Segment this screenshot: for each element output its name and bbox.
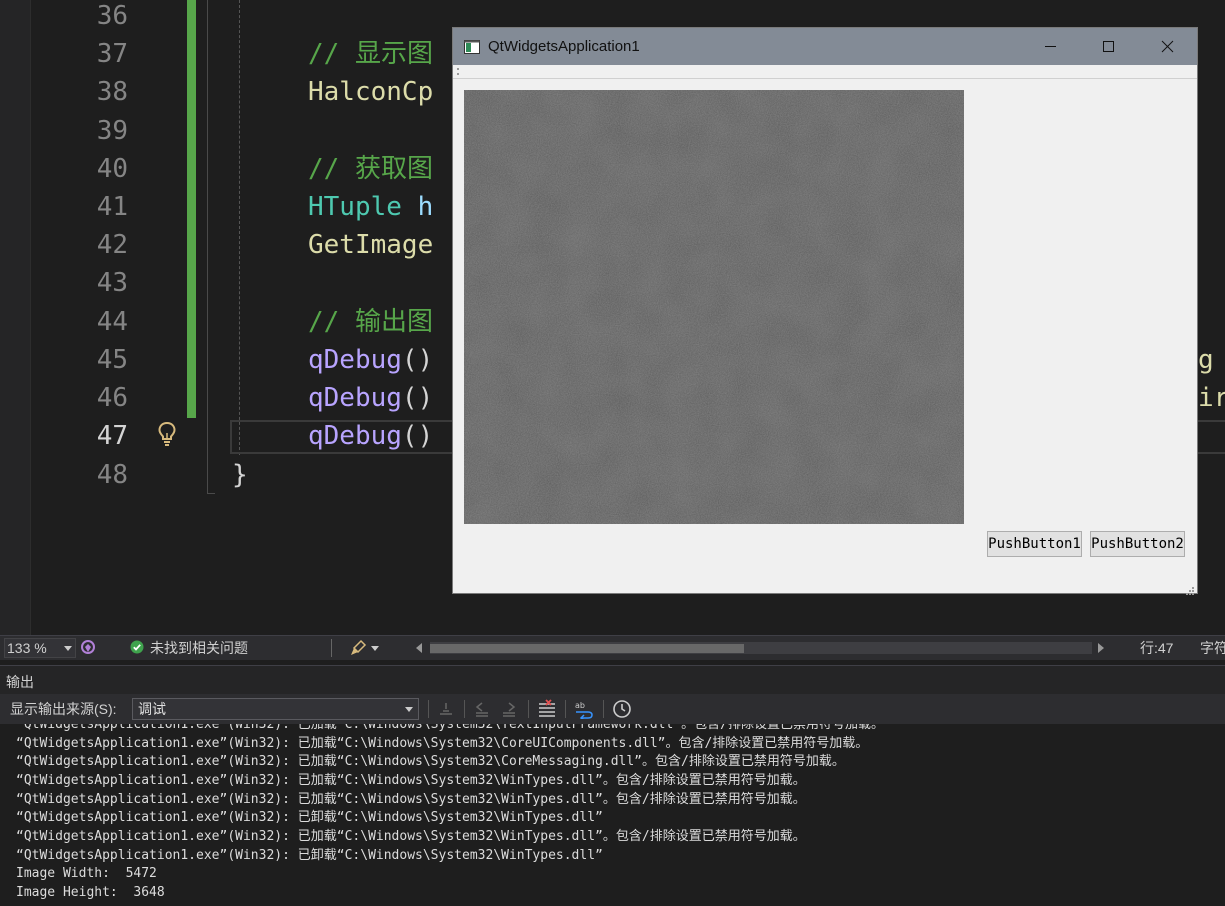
log-line: “QtWidgetsApplication1.exe”(Win32): 已加载“… bbox=[16, 754, 845, 769]
scope-guide-end bbox=[207, 493, 215, 494]
log-line: “QtWidgetsApplication1.exe”(Win32): 已加载“… bbox=[16, 724, 884, 732]
line-number: 48 bbox=[96, 460, 128, 490]
zoom-dropdown[interactable]: 133 % bbox=[4, 638, 76, 658]
check-circle-icon bbox=[130, 640, 144, 654]
code-text: GetImage bbox=[308, 230, 434, 260]
code-tail: g bbox=[1198, 345, 1214, 375]
line-number: 46 bbox=[96, 383, 128, 413]
minimize-button[interactable] bbox=[1021, 28, 1079, 65]
copilot-icon[interactable] bbox=[80, 639, 96, 657]
code-function: qDebug bbox=[308, 421, 402, 451]
toolbar-grip[interactable] bbox=[457, 68, 461, 75]
brush-icon[interactable] bbox=[349, 639, 367, 657]
zoom-value: 133 % bbox=[7, 640, 47, 656]
code-line-41: HTuple h bbox=[308, 188, 433, 226]
menu-bar bbox=[453, 65, 1197, 79]
panel-title: 输出 bbox=[6, 674, 34, 690]
toolbar-divider bbox=[528, 700, 529, 718]
log-line: Image Width: 5472 bbox=[16, 866, 157, 881]
output-panel: 输出 显示输出来源(S): 调试 ab “QtWidgetsApplicatio… bbox=[0, 665, 1225, 906]
source-label: 显示输出来源(S): bbox=[10, 701, 117, 717]
clear-all-icon[interactable] bbox=[537, 699, 557, 719]
log-line: “QtWidgetsApplication1.exe”(Win32): 已卸载“… bbox=[16, 810, 603, 825]
code-function: qDebug bbox=[308, 383, 402, 413]
log-line: “QtWidgetsApplication1.exe”(Win32): 已加载“… bbox=[16, 736, 869, 751]
line-number: 41 bbox=[96, 192, 128, 222]
char-indicator[interactable]: 字符 bbox=[1200, 636, 1225, 660]
maximize-button[interactable] bbox=[1079, 28, 1137, 65]
word-wrap-icon[interactable]: ab bbox=[574, 699, 594, 721]
push-button-2[interactable]: PushButton2 bbox=[1090, 531, 1185, 557]
code-comment: // 输出图 bbox=[308, 307, 433, 337]
code-line-47: qDebug() bbox=[308, 417, 433, 455]
log-line: Image Height: 3648 bbox=[16, 885, 165, 900]
close-button[interactable] bbox=[1139, 28, 1197, 65]
toolbar-divider bbox=[603, 700, 604, 718]
code-comment: // 获取图 bbox=[308, 154, 433, 184]
scroll-right-arrow[interactable] bbox=[1098, 643, 1104, 653]
size-grip[interactable] bbox=[1184, 580, 1194, 595]
line-indicator[interactable]: 行:47 bbox=[1140, 636, 1173, 660]
svg-text:ab: ab bbox=[575, 701, 585, 710]
issues-status[interactable]: 未找到相关问题 bbox=[150, 636, 248, 660]
status-divider bbox=[331, 639, 332, 657]
code-type: HTuple bbox=[308, 192, 402, 222]
change-indicator-bar bbox=[187, 0, 196, 418]
code-punct: () bbox=[401, 383, 434, 413]
push-button-1[interactable]: PushButton1 bbox=[987, 531, 1082, 557]
log-line: “QtWidgetsApplication1.exe”(Win32): 已卸载“… bbox=[16, 848, 603, 863]
scroll-left-arrow[interactable] bbox=[416, 643, 422, 653]
code-punct: () bbox=[401, 345, 434, 375]
window-titlebar[interactable]: QtWidgetsApplication1 bbox=[453, 28, 1197, 65]
code-text: HalconCp bbox=[308, 77, 434, 107]
code-comment: // 显示图 bbox=[308, 39, 433, 69]
toolbar-divider bbox=[428, 700, 429, 718]
code-line-46: qDebug() bbox=[308, 379, 433, 417]
toolbar-divider bbox=[464, 700, 465, 718]
previous-message-icon[interactable] bbox=[472, 699, 492, 719]
next-message-icon[interactable] bbox=[499, 699, 519, 719]
log-line: “QtWidgetsApplication1.exe”(Win32): 已加载“… bbox=[16, 792, 806, 807]
horizontal-scrollbar[interactable] bbox=[430, 642, 1092, 654]
editor-status-bar: 133 % 未找到相关问题 行:47 字符 bbox=[0, 635, 1225, 660]
output-source-dropdown[interactable]: 调试 bbox=[132, 698, 419, 720]
line-number: 39 bbox=[96, 116, 128, 146]
line-number: 40 bbox=[96, 154, 128, 184]
source-value: 调试 bbox=[138, 701, 166, 717]
line-number: 45 bbox=[96, 345, 128, 375]
code-variable: h bbox=[401, 192, 434, 222]
log-line: “QtWidgetsApplication1.exe”(Win32): 已加载“… bbox=[16, 773, 806, 788]
line-number: 36 bbox=[96, 1, 128, 31]
chevron-down-icon bbox=[405, 707, 413, 712]
code-tail: ir bbox=[1198, 383, 1225, 413]
line-number: 38 bbox=[96, 77, 128, 107]
lightbulb-icon[interactable] bbox=[155, 420, 179, 448]
app-icon bbox=[464, 39, 480, 54]
line-number-current: 47 bbox=[96, 421, 128, 451]
code-punct: () bbox=[401, 421, 434, 451]
scope-guide bbox=[207, 0, 208, 494]
line-number: 42 bbox=[96, 230, 128, 260]
code-line-45: qDebug() bbox=[308, 341, 433, 379]
editor-left-strip bbox=[0, 0, 31, 635]
qt-app-window[interactable]: QtWidgetsApplication1 PushButton1 PushBu… bbox=[452, 27, 1198, 595]
toolbar-divider bbox=[565, 700, 566, 718]
window-title: QtWidgetsApplication1 bbox=[488, 38, 640, 55]
code-function: qDebug bbox=[308, 345, 402, 375]
indent-guide bbox=[239, 0, 240, 455]
clock-icon[interactable] bbox=[612, 699, 632, 719]
output-log[interactable]: “QtWidgetsApplication1.exe”(Win32): 已加载“… bbox=[0, 724, 1225, 906]
log-line: “QtWidgetsApplication1.exe”(Win32): 已加载“… bbox=[16, 829, 806, 844]
chevron-down-icon bbox=[64, 646, 72, 651]
line-number: 44 bbox=[96, 307, 128, 337]
image-display bbox=[464, 90, 964, 524]
line-number: 43 bbox=[96, 268, 128, 298]
line-number: 37 bbox=[96, 39, 128, 69]
chevron-down-icon[interactable] bbox=[371, 646, 379, 651]
goto-code-icon[interactable] bbox=[436, 699, 456, 719]
output-toolbar: 显示输出来源(S): 调试 ab bbox=[0, 694, 1225, 724]
scrollbar-thumb[interactable] bbox=[430, 644, 744, 653]
code-brace: } bbox=[232, 460, 248, 490]
